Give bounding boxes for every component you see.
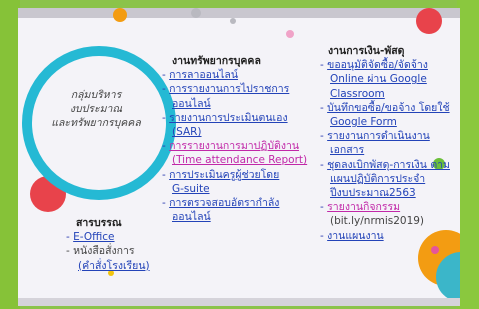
department-title: กลุ่มบริหาร งบประมาณ และทรัพยากรบุคคล — [28, 88, 164, 130]
planning-link[interactable]: งานแผนงาน — [327, 230, 384, 242]
orange-dot-icon — [113, 8, 127, 22]
gray-dot-icon — [191, 8, 201, 18]
hr-item[interactable]: - การรายงานการมาปฏิบัติงาน — [162, 139, 312, 153]
department-title-line: และทรัพยากรบุคคล — [51, 117, 141, 129]
small-gray-dot-icon — [230, 18, 236, 24]
hr-link[interactable]: การรายงานการไปราชการ — [169, 83, 289, 95]
finance-link-cont[interactable]: ปีงบประมาณ2563 — [330, 186, 460, 200]
saraban-heading: สารบรรณ — [76, 217, 122, 229]
finance-link-cont[interactable]: เอกสาร — [330, 143, 460, 157]
finance-heading: งานการเงิน-พัสดุ — [328, 45, 405, 57]
finance-link[interactable]: ชุดลงเบิกพัสดุ-การเงิน ตาม — [327, 159, 450, 171]
hr-item[interactable]: - การลาออนไลน์ — [162, 68, 312, 82]
finance-link[interactable]: บันทึกขอซื้อ/ขอจ้าง โดยใช้ — [327, 102, 449, 114]
hr-link[interactable]: การตรวจสอบอัตรากำลัง — [169, 197, 279, 209]
attendance-link[interactable]: การรายงานการมาปฏิบัติงาน — [169, 140, 299, 152]
hr-link-cont[interactable]: G-suite — [172, 182, 312, 196]
finance-item[interactable]: - งานแผนงาน — [320, 229, 460, 243]
finance-item[interactable]: - บันทึกขอซื้อ/ขอจ้าง โดยใช้ — [320, 101, 460, 115]
hr-item[interactable]: - การประเมินครูผู้ช่วยโดย — [162, 168, 312, 182]
hr-column: งานทรัพยากรบุคคล - การลาออนไลน์ - การราย… — [162, 54, 312, 224]
finance-item[interactable]: - ชุดลงเบิกพัสดุ-การเงิน ตาม — [320, 158, 460, 172]
finance-link[interactable]: ขออนุมัติจัดซื้อ/จัดจ้าง — [327, 59, 428, 71]
finance-item[interactable]: - รายงานการดำเนินงาน — [320, 129, 460, 143]
hr-link-cont[interactable]: ออนไลน์ — [172, 97, 312, 111]
hr-link[interactable]: การลาออนไลน์ — [169, 69, 238, 81]
department-title-line: กลุ่มบริหาร — [70, 89, 122, 101]
hr-link-cont[interactable]: (SAR) — [172, 125, 312, 139]
finance-item[interactable]: - รายงานกิจกรรม — [320, 200, 460, 214]
bullet: - — [66, 245, 70, 258]
eoffice-link[interactable]: E-Office — [73, 231, 114, 243]
saraban-eoffice-row: - E-Office — [66, 230, 176, 244]
finance-link-cont[interactable]: Google Form — [330, 115, 460, 129]
activity-report-url: (bit.ly/nrmis2019) — [330, 215, 425, 228]
hr-link[interactable]: รายงานการประเมินตนเอง — [169, 112, 287, 124]
hr-heading: งานทรัพยากรบุคคล — [172, 55, 261, 67]
hr-item[interactable]: - การรายงานการไปราชการ — [162, 82, 312, 96]
red-dot-icon — [416, 8, 442, 34]
finance-link[interactable]: รายงานการดำเนินงาน — [327, 130, 430, 142]
order-label: หนังสือสั่งการ — [73, 245, 135, 258]
finance-column: งานการเงิน-พัสดุ - ขออนุมัติจัดซื้อ/จัดจ… — [320, 44, 460, 243]
bottom-strip — [18, 298, 460, 306]
department-title-line: งบประมาณ — [69, 103, 123, 115]
finance-item[interactable]: - ขออนุมัติจัดซื้อ/จัดจ้าง — [320, 58, 460, 72]
left-frame — [0, 0, 20, 309]
saraban-section: สารบรรณ - E-Office - หนังสือสั่งการ (คำส… — [66, 216, 176, 273]
hr-item[interactable]: - รายงานการประเมินตนเอง — [162, 111, 312, 125]
activity-report-link[interactable]: รายงานกิจกรรม — [327, 201, 400, 213]
hr-link-cont[interactable]: ออนไลน์ — [172, 210, 312, 224]
slide-screen: กลุ่มบริหาร งบประมาณ และทรัพยากรบุคคล สา… — [18, 8, 460, 306]
bullet: - — [66, 231, 70, 244]
top-bar — [18, 8, 460, 18]
finance-link-cont[interactable]: Classroom — [330, 87, 460, 101]
finance-link-cont[interactable]: Online ผ่าน Google — [330, 72, 460, 86]
attendance-link-cont[interactable]: (Time attendance Report) — [172, 153, 312, 167]
pink-dot-icon — [286, 30, 294, 38]
saraban-order-row: - หนังสือสั่งการ — [66, 244, 176, 258]
hr-link[interactable]: การประเมินครูผู้ช่วยโดย — [169, 169, 279, 181]
finance-link-cont[interactable]: แผนปฏิบัติการประจำ — [330, 172, 460, 186]
pink-small-dot-icon — [431, 246, 439, 254]
right-frame — [457, 0, 479, 309]
school-order-link[interactable]: (คำสั่งโรงเรียน) — [78, 259, 176, 273]
hr-item[interactable]: - การตรวจสอบอัตรากำลัง — [162, 196, 312, 210]
